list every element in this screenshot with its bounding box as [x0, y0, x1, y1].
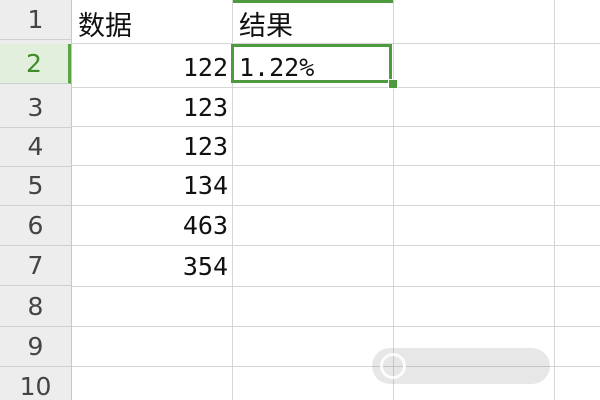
cell-B5[interactable]: 134 — [72, 166, 232, 205]
gridline — [72, 286, 600, 287]
row-number-8[interactable]: 8 — [0, 287, 71, 327]
row-number-9[interactable]: 9 — [0, 327, 71, 367]
row-number-6[interactable]: 6 — [0, 206, 71, 246]
active-cell-selection — [231, 44, 392, 83]
cell-B7[interactable]: 354 — [72, 247, 232, 286]
gridline — [554, 0, 555, 400]
row-header-column: 1 2 3 4 5 6 7 8 9 10 — [0, 0, 72, 400]
row-number-3[interactable]: 3 — [0, 88, 71, 128]
row-number-7[interactable]: 7 — [0, 246, 71, 286]
cell-C1[interactable]: 结果 — [233, 4, 399, 43]
active-column-indicator — [233, 0, 393, 3]
row-number-4[interactable]: 4 — [0, 127, 71, 167]
cell-B3[interactable]: 123 — [72, 88, 232, 127]
row-number-1[interactable]: 1 — [0, 0, 71, 40]
cell-B1[interactable]: 数据 — [72, 4, 238, 43]
cell-B6[interactable]: 463 — [72, 206, 232, 245]
cell-B2[interactable]: 122 — [72, 48, 232, 87]
gridline — [72, 245, 600, 246]
cell-B4[interactable]: 123 — [72, 127, 232, 166]
spreadsheet-grid[interactable]: 1 2 3 4 5 6 7 8 9 10 数据 结果 122 123 123 1… — [0, 0, 600, 400]
gridline — [72, 326, 600, 327]
fill-handle[interactable] — [388, 79, 398, 89]
row-number-5[interactable]: 5 — [0, 166, 71, 206]
gridline — [393, 0, 394, 400]
row-number-10[interactable]: 10 — [0, 367, 71, 400]
row-number-2[interactable]: 2 — [0, 44, 71, 84]
watermark-logo — [372, 348, 550, 384]
logo-icon — [380, 353, 406, 379]
